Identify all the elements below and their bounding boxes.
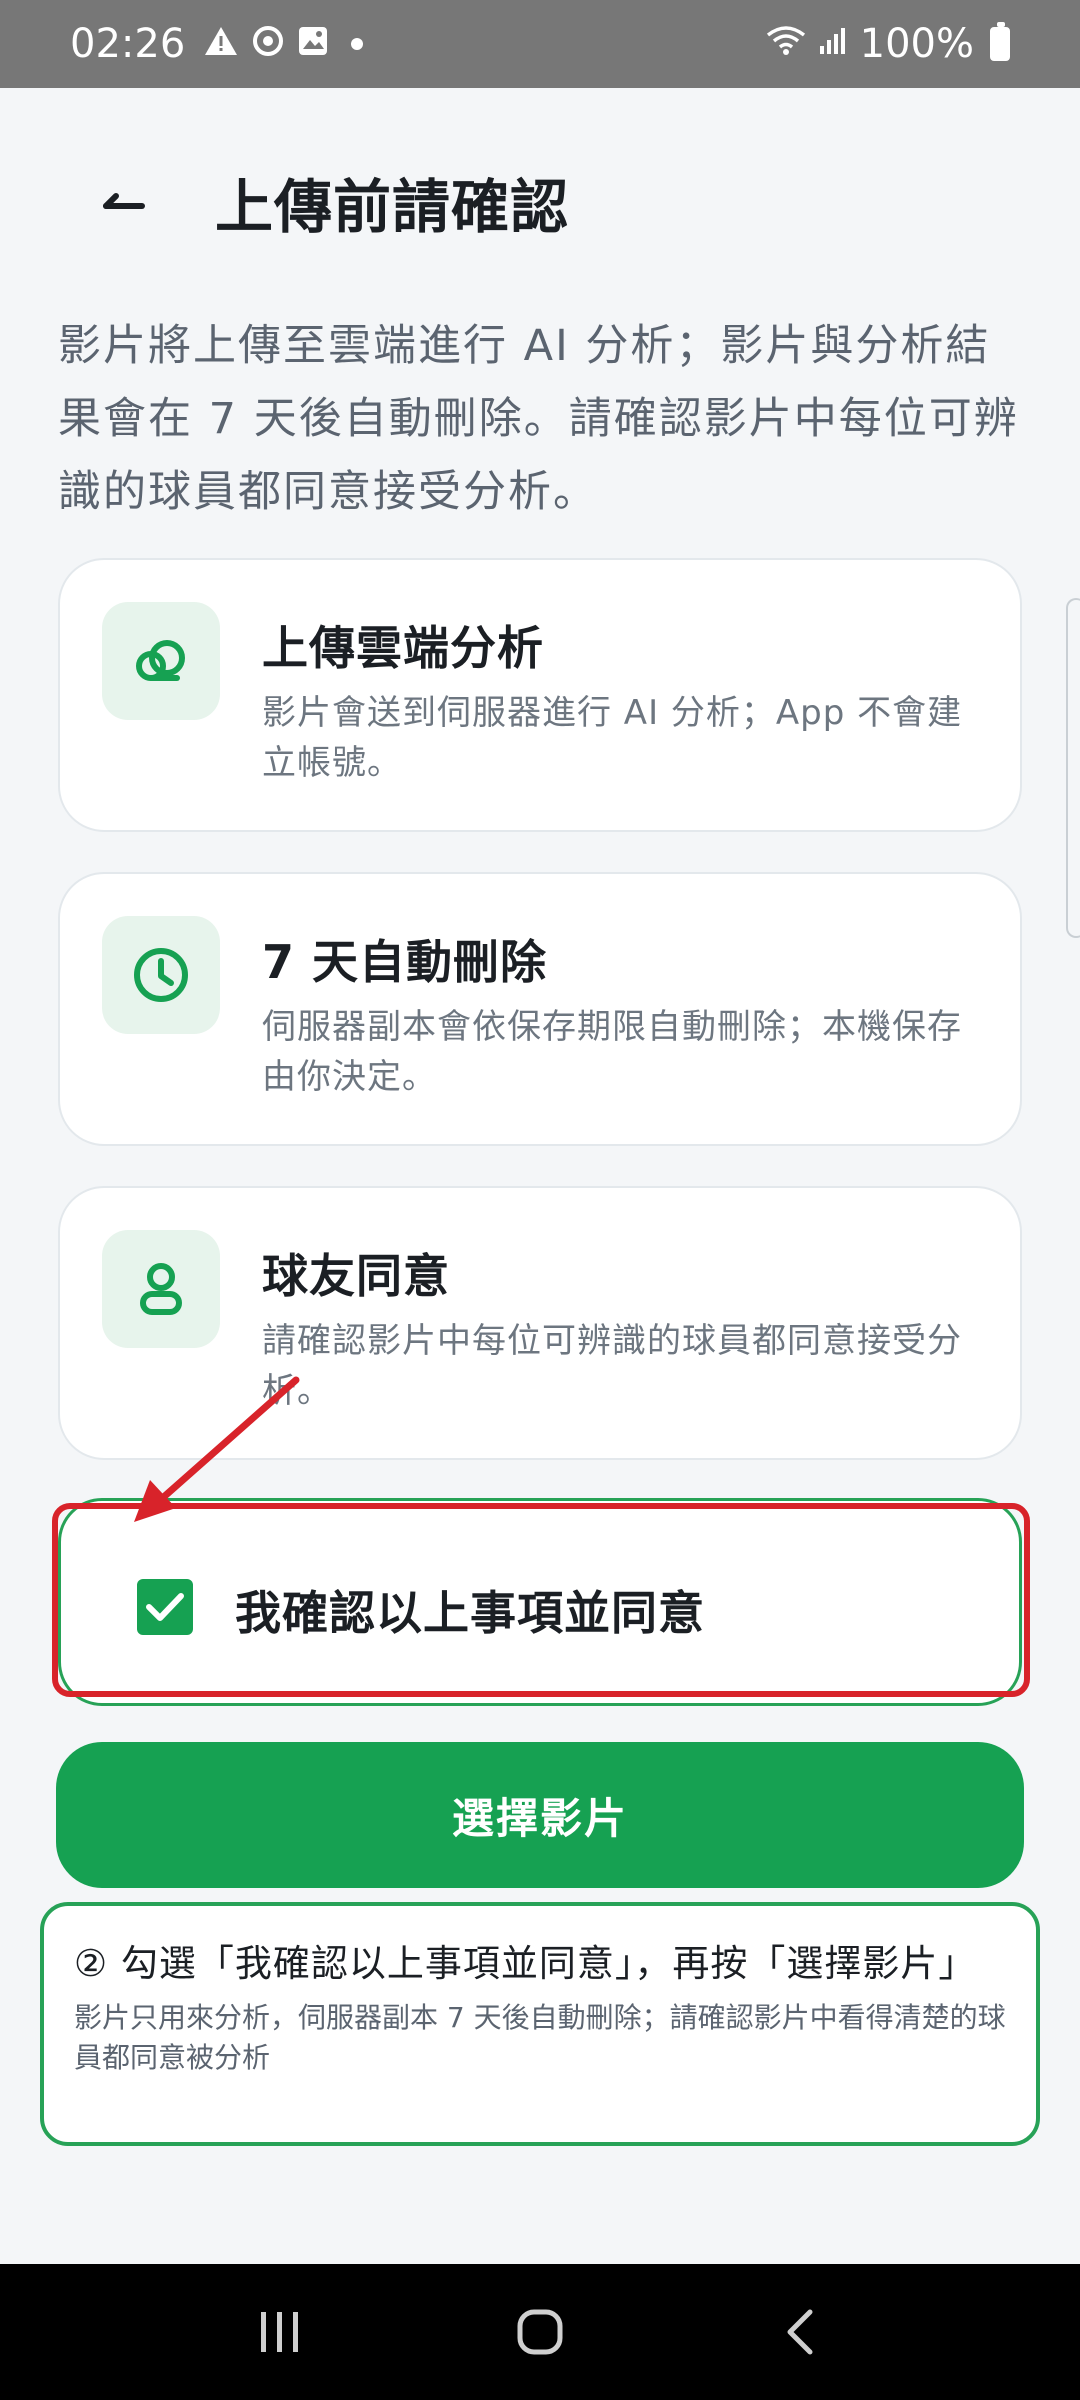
info-card-deletion: 7 天自動刪除 伺服器副本會依保存期限自動刪除；本機保存由你決定。 <box>58 872 1022 1146</box>
home-button[interactable] <box>490 2292 590 2372</box>
consent-row[interactable]: 我確認以上事項並同意 <box>58 1498 1022 1706</box>
card-title: 上傳雲端分析 <box>262 621 544 675</box>
instruction-note: ② 勾選「我確認以上事項並同意」，再按「選擇影片」 影片只用來分析，伺服器副本 … <box>40 1902 1040 2146</box>
back-button[interactable] <box>98 180 150 232</box>
header: 上傳前請確認 <box>0 150 1080 260</box>
system-nav-bar <box>0 2264 1080 2400</box>
info-card-cloud: 上傳雲端分析 影片會送到伺服器進行 AI 分析；App 不會建立帳號。 <box>58 558 1022 832</box>
chevron-left-icon <box>787 2309 813 2355</box>
choose-video-button[interactable]: 選擇影片 <box>56 1742 1024 1888</box>
status-bar: 02:26 100% <box>0 0 1080 88</box>
card-desc: 請確認影片中每位可辨識的球員都同意接受分析。 <box>262 1321 962 1411</box>
battery-percent: 100% <box>859 21 974 67</box>
check-icon <box>146 1593 184 1621</box>
card-title: 球友同意 <box>262 1249 450 1303</box>
intro-text: 影片將上傳至雲端進行 AI 分析；影片與分析結果會在 7 天後自動刪除。請確認影… <box>58 321 1019 517</box>
consent-checkbox[interactable] <box>137 1579 193 1635</box>
status-time: 02:26 <box>70 21 186 67</box>
sync-icon <box>251 24 285 65</box>
signal-icon <box>818 26 848 63</box>
clock-icon <box>102 916 220 1034</box>
person-icon <box>102 1230 220 1348</box>
info-card-consent: 球友同意 請確認影片中每位可辨識的球員都同意接受分析。 <box>58 1186 1022 1460</box>
wifi-icon <box>766 25 806 64</box>
image-icon <box>297 25 329 64</box>
home-icon <box>517 2309 563 2355</box>
card-desc: 影片會送到伺服器進行 AI 分析；App 不會建立帳號。 <box>262 693 963 783</box>
scroll-indicator <box>1066 598 1080 938</box>
card-desc: 伺服器副本會依保存期限自動刪除；本機保存由你決定。 <box>262 1007 962 1097</box>
note-sub: 影片只用來分析，伺服器副本 7 天後自動刪除；請確認影片中看得清楚的球員都同意被… <box>74 2001 1006 2074</box>
consent-label[interactable]: 我確認以上事項並同意 <box>235 1577 705 1643</box>
warning-icon <box>203 25 239 64</box>
back-nav-button[interactable] <box>750 2292 850 2372</box>
cloud-icon <box>102 602 220 720</box>
arrow-left-icon <box>103 193 145 209</box>
recent-apps-icon <box>261 2312 298 2352</box>
recent-apps-button[interactable] <box>230 2292 330 2372</box>
battery-icon <box>990 22 1010 61</box>
page-title: 上傳前請確認 <box>215 173 570 241</box>
dot-icon <box>351 38 364 50</box>
note-main: ② 勾選「我確認以上事項並同意」，再按「選擇影片」 <box>74 1942 977 1985</box>
card-title: 7 天自動刪除 <box>262 935 548 989</box>
